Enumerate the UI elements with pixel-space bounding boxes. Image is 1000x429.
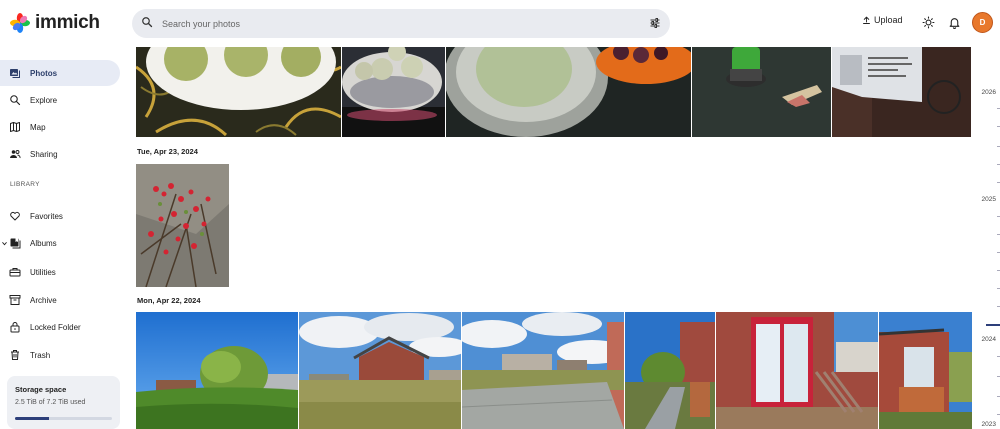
date-group-label: Mon, Apr 22, 2024 <box>137 296 201 305</box>
photo-house-yard <box>299 312 461 429</box>
photo-thumbnail[interactable] <box>716 312 878 429</box>
sidebar: Photos Explore Map Sharing LIBRARY Favor… <box>0 46 128 429</box>
photo-thumbnail[interactable] <box>299 312 461 429</box>
sidebar-item-label: Trash <box>30 350 51 360</box>
archive-icon <box>9 294 21 306</box>
photo-dumplings-plate <box>136 47 341 137</box>
trash-icon <box>9 349 21 361</box>
app-name: immich <box>35 12 100 33</box>
sidebar-item-label: Map <box>30 122 46 132</box>
photo-id-card <box>832 47 971 137</box>
photo-timeline: Tue, Apr 23, 2024 Mon, Apr 22, 2024 <box>136 47 972 429</box>
upload-icon <box>863 16 870 24</box>
photo-red-door-deck <box>716 312 878 429</box>
albums-icon <box>9 237 21 249</box>
scrubber-position-indicator[interactable] <box>986 324 1000 326</box>
photo-yard-tree <box>136 312 298 429</box>
photo-thumbnail[interactable] <box>446 47 691 137</box>
photo-thumbnail[interactable] <box>832 47 971 137</box>
sharing-icon <box>9 148 21 160</box>
immich-logo-icon <box>9 12 31 34</box>
photo-thumbnail[interactable] <box>692 47 831 137</box>
sidebar-item-label: Archive <box>30 295 57 305</box>
photo-back-porch <box>879 312 972 429</box>
upload-label: Upload <box>874 15 903 25</box>
sidebar-item-explore[interactable]: Explore <box>0 87 120 113</box>
notifications-bell-icon[interactable] <box>948 16 961 29</box>
storage-panel: Storage space 2.5 TiB of 7.2 TiB used <box>7 376 120 429</box>
photo-patio-view <box>462 312 624 429</box>
sidebar-item-label: Favorites <box>30 211 63 221</box>
photo-thumbnail[interactable] <box>462 312 624 429</box>
photo-side-yard <box>625 312 715 429</box>
upload-button[interactable]: Upload <box>862 15 903 25</box>
sidebar-item-archive[interactable]: Archive <box>0 287 120 313</box>
scrubber-year-label[interactable]: 2023 <box>982 421 996 428</box>
photo-thumbnail[interactable] <box>136 164 229 287</box>
sidebar-item-albums[interactable]: Albums <box>0 230 120 256</box>
user-avatar[interactable]: D <box>972 12 993 33</box>
search-bar[interactable] <box>132 9 670 38</box>
sidebar-item-label: Explore <box>30 95 58 105</box>
sidebar-item-photos[interactable]: Photos <box>0 60 120 86</box>
sidebar-item-sharing[interactable]: Sharing <box>0 141 120 167</box>
photo-thumbnail[interactable] <box>136 47 341 137</box>
sidebar-item-label: Albums <box>30 238 57 248</box>
photo-red-flowers <box>136 164 229 287</box>
photo-steamer-pot <box>342 47 445 137</box>
sidebar-item-map[interactable]: Map <box>0 114 120 140</box>
storage-progress-fill <box>15 417 49 420</box>
sidebar-item-label: Photos <box>30 68 58 78</box>
search-options-icon[interactable] <box>649 17 661 29</box>
sidebar-item-label: Utilities <box>30 267 56 277</box>
timeline-scrubber[interactable]: 2026 2025 2024 2023 <box>972 46 1000 429</box>
lock-icon <box>9 321 21 333</box>
theme-toggle-icon[interactable] <box>922 16 935 29</box>
scrubber-year-label[interactable]: 2024 <box>982 336 996 343</box>
sidebar-item-locked-folder[interactable]: Locked Folder <box>0 314 120 340</box>
storage-used-text: 2.5 TiB of 7.2 TiB used <box>15 399 86 406</box>
sidebar-item-trash[interactable]: Trash <box>0 342 120 368</box>
map-icon <box>9 121 21 133</box>
sidebar-item-utilities[interactable]: Utilities <box>0 259 120 285</box>
date-group-label: Tue, Apr 23, 2024 <box>137 147 198 156</box>
photos-icon <box>9 67 21 79</box>
library-section-label: LIBRARY <box>10 181 40 188</box>
photo-dough-bowl <box>446 47 691 137</box>
utilities-icon <box>9 266 21 278</box>
scrubber-year-label[interactable]: 2025 <box>982 196 996 203</box>
sidebar-item-label: Locked Folder <box>30 322 81 332</box>
photo-thumbnail[interactable] <box>879 312 972 429</box>
storage-title: Storage space <box>15 385 67 394</box>
sidebar-item-favorites[interactable]: Favorites <box>0 203 120 229</box>
photo-thumbnail[interactable] <box>136 312 298 429</box>
search-input[interactable] <box>162 9 632 38</box>
heart-icon <box>9 210 21 222</box>
top-bar: immich Upload D <box>0 0 1000 46</box>
scrubber-year-label[interactable]: 2026 <box>982 89 996 96</box>
storage-progress-bar <box>15 417 112 420</box>
chevron-down-icon[interactable] <box>1 240 8 247</box>
photo-thumbnail[interactable] <box>342 47 445 137</box>
photo-green-drink <box>692 47 831 137</box>
app-logo[interactable]: immich <box>9 12 100 34</box>
sidebar-item-label: Sharing <box>30 149 58 159</box>
explore-icon <box>9 94 21 106</box>
search-icon[interactable] <box>141 16 153 28</box>
photo-thumbnail[interactable] <box>625 312 715 429</box>
app-root: immich Upload D Photos Explore Map <box>0 0 1000 429</box>
